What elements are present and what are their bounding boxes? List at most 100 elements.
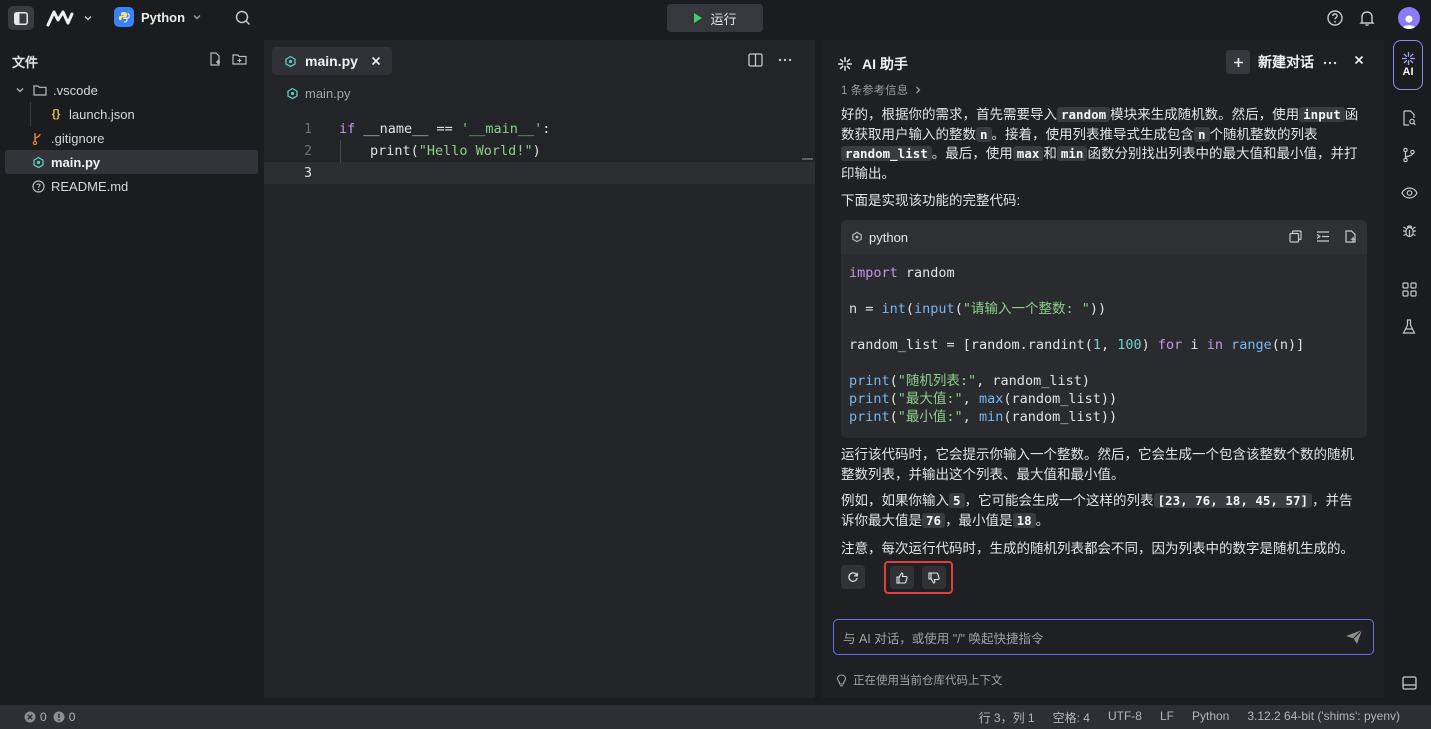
bell-icon[interactable] xyxy=(1358,9,1376,30)
indentation-setting[interactable]: 空格: 4 xyxy=(1053,709,1090,726)
feedback-group xyxy=(884,561,953,594)
inline-code: n xyxy=(1194,126,1210,142)
error-count: 0 xyxy=(40,710,47,724)
code-line-current[interactable]: 3 xyxy=(264,162,815,184)
avatar[interactable] xyxy=(1398,7,1420,29)
tree-file-readme[interactable]: README.md xyxy=(5,174,258,198)
python-file-icon xyxy=(287,87,298,100)
code-string: '__main__' xyxy=(460,121,543,137)
code-line[interactable]: 1 if __name__ == '__main__': xyxy=(264,118,815,140)
insert-code-icon[interactable] xyxy=(1316,230,1330,246)
code-text: ( xyxy=(889,391,898,407)
copy-icon[interactable] xyxy=(1289,230,1302,246)
code-number: 100 xyxy=(1117,337,1142,353)
chevron-down-icon[interactable] xyxy=(83,11,93,26)
line-number: 1 xyxy=(304,121,312,137)
code-block-language: python xyxy=(869,229,909,245)
breadcrumb-item: main.py xyxy=(305,86,351,101)
code-block-body[interactable]: import random n = int(input("请输入一个整数: ")… xyxy=(849,264,1304,426)
code-text: random xyxy=(897,265,955,281)
minimap-marker xyxy=(802,158,813,160)
code-string: "最小值:" xyxy=(897,409,963,425)
more-icon[interactable] xyxy=(1322,56,1338,71)
close-icon[interactable] xyxy=(1353,54,1365,69)
thumbs-up-button[interactable] xyxy=(890,566,914,589)
project-switcher[interactable]: Python xyxy=(114,7,202,27)
warning-count: 0 xyxy=(68,710,76,724)
new-chat-button[interactable]: 新建对话 xyxy=(1226,50,1314,74)
line-number: 2 xyxy=(304,143,312,159)
text: 和 xyxy=(1043,146,1057,161)
problems-indicator[interactable]: 0 0 xyxy=(24,710,75,724)
reference-info-text: 1 条参考信息 xyxy=(841,85,909,97)
python-interpreter[interactable]: 3.12.2 64-bit ('shims': pyenv) xyxy=(1247,709,1400,726)
code-line[interactable]: 2 print("Hello World!") xyxy=(264,140,815,162)
preview-eye-icon[interactable] xyxy=(1400,184,1418,202)
rail-ai-button[interactable]: AI xyxy=(1393,40,1423,90)
code-keyword: import xyxy=(849,265,898,281)
tree-file-gitignore[interactable]: .gitignore xyxy=(5,126,258,150)
testing-flask-icon[interactable] xyxy=(1400,318,1418,336)
code-builtin: max xyxy=(978,391,1004,407)
ai-panel-title: AI 助手 xyxy=(838,54,908,74)
python-file-icon xyxy=(285,55,296,67)
app-logo-icon[interactable] xyxy=(46,9,74,30)
tree-file-main-py[interactable]: main.py xyxy=(5,150,258,174)
code-keyword: in xyxy=(1206,337,1223,353)
code-text: , xyxy=(1100,337,1118,353)
code-builtin: print xyxy=(849,391,890,407)
extensions-grid-icon[interactable] xyxy=(1400,280,1418,298)
split-editor-icon[interactable] xyxy=(748,53,763,70)
source-control-icon[interactable] xyxy=(1400,146,1418,164)
thumbs-down-button[interactable] xyxy=(922,566,946,589)
text: 。接着，使用列表推导式生成包含 xyxy=(991,126,1195,142)
code-line: random_list = [random.randint(1, 100) fo… xyxy=(849,336,1304,354)
ai-message-paragraph: 下面是实现该功能的完整代码: xyxy=(841,193,1021,208)
code-builtin: input xyxy=(914,301,955,317)
thumbs-down-icon xyxy=(928,571,940,584)
regenerate-button[interactable] xyxy=(841,565,865,589)
help-icon[interactable] xyxy=(1326,9,1344,30)
code-string: "最大值:" xyxy=(897,391,963,407)
search-icon[interactable] xyxy=(234,9,252,30)
sparkle-icon xyxy=(1401,52,1415,65)
language-mode[interactable]: Python xyxy=(1192,709,1229,726)
panel-toggle-icon[interactable] xyxy=(1400,674,1418,692)
text: 个随机整数的列表 xyxy=(1209,126,1318,142)
code-number: 1 xyxy=(1092,337,1101,353)
debug-bug-icon[interactable] xyxy=(1400,222,1418,240)
text: ，它可能会生成一个这样的列表 xyxy=(964,493,1154,508)
code-text: ( xyxy=(954,301,963,317)
explorer-title: 文件 xyxy=(12,55,39,70)
sidebar-toggle-icon[interactable] xyxy=(8,6,34,30)
code-text: )) xyxy=(1089,301,1107,317)
thumbs-up-icon xyxy=(896,571,908,584)
new-file-icon[interactable] xyxy=(1344,230,1357,246)
new-file-icon[interactable] xyxy=(208,52,222,69)
code-text: ) xyxy=(1141,337,1158,353)
send-icon[interactable] xyxy=(1345,629,1363,648)
text: 模块来生成随机数。然后，使用 xyxy=(1110,107,1300,122)
tree-file-launch-json[interactable]: {} launch.json xyxy=(5,102,258,126)
chevron-down-icon xyxy=(193,14,201,20)
chat-input[interactable]: 与 AI 对话，或使用 "/" 唤起快捷指令 xyxy=(833,619,1374,655)
eol-setting[interactable]: LF xyxy=(1160,709,1174,726)
right-activity-bar: AI xyxy=(1388,40,1431,703)
reference-info-link[interactable]: 1 条参考信息 xyxy=(841,82,922,98)
inline-code: 76 xyxy=(922,512,946,528)
more-icon[interactable] xyxy=(777,53,793,70)
git-icon xyxy=(31,131,45,145)
tab-main-py[interactable]: main.py xyxy=(272,47,392,75)
new-folder-icon[interactable] xyxy=(232,52,247,69)
run-button[interactable]: 运行 xyxy=(667,4,763,32)
close-icon[interactable] xyxy=(370,55,382,67)
encoding-setting[interactable]: UTF-8 xyxy=(1108,709,1142,726)
file-search-icon[interactable] xyxy=(1400,109,1418,127)
python-file-icon xyxy=(852,231,862,243)
python-file-icon xyxy=(31,155,45,169)
tree-folder-vscode[interactable]: .vscode xyxy=(5,78,258,102)
code-builtin: int xyxy=(881,301,906,317)
cursor-position[interactable]: 行 3，列 1 xyxy=(979,709,1035,726)
breadcrumb[interactable]: main.py xyxy=(286,86,351,101)
